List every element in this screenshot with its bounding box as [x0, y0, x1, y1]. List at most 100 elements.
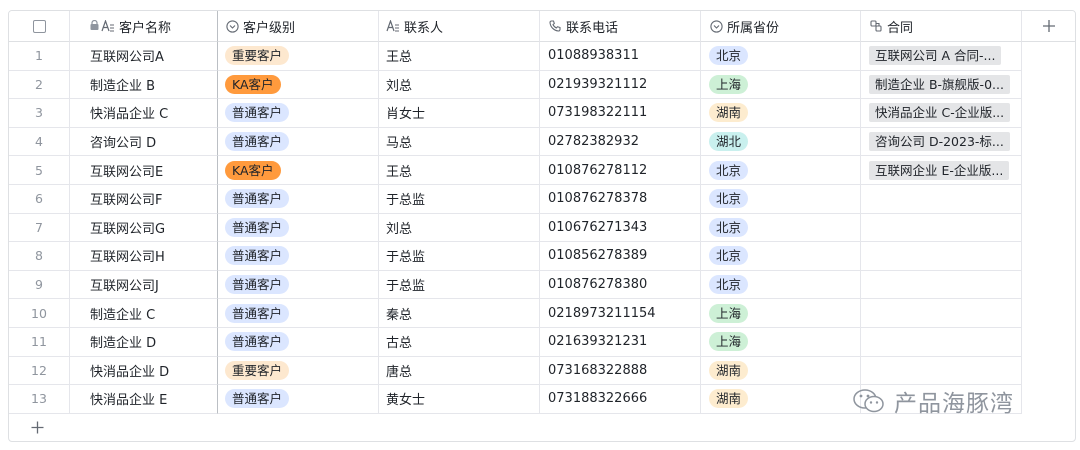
cell-province[interactable]: 北京 [701, 242, 861, 271]
add-column-button[interactable] [1022, 11, 1075, 42]
cell-phone[interactable]: 073198322111 [540, 99, 701, 128]
cell-phone[interactable]: 02782382932 [540, 127, 701, 157]
row-index[interactable]: 6 [9, 185, 70, 214]
cell-province[interactable]: 上海 [701, 299, 861, 328]
cell-phone[interactable]: 021639321231 [540, 328, 701, 357]
cell-contact[interactable]: 马总 [379, 127, 540, 157]
cell-phone[interactable]: 010876278112 [540, 156, 701, 185]
cell-contact[interactable]: 刘总 [379, 213, 540, 243]
cell-customer-level[interactable]: 普通客户 [218, 242, 379, 271]
cell-customer-level[interactable]: 普通客户 [218, 185, 379, 214]
cell-contract[interactable]: 互联网企业 E-企业版... [861, 156, 1022, 185]
cell-phone[interactable]: 010676271343 [540, 213, 701, 243]
table-row[interactable]: 3 快消品企业 C 普通客户 肖女士 073198322111 湖南 快消品企业 C-企业版… [9, 99, 1022, 128]
cell-phone[interactable]: 010876278378 [540, 185, 701, 214]
cell-customer-name[interactable]: 快消品企业 C [70, 99, 218, 128]
row-index[interactable]: 10 [9, 299, 70, 328]
table-row[interactable]: 2 制造企业 B KA客户 刘总 021939321112 上海 制造企业 B-旗舰版-0.… [9, 70, 1022, 100]
cell-customer-name[interactable]: 互联网公司F [70, 185, 218, 214]
contract-chip[interactable]: 互联网公司 A 合同-... [869, 46, 1002, 66]
cell-contact[interactable]: 唐总 [379, 356, 540, 386]
row-index[interactable]: 3 [9, 99, 70, 128]
cell-customer-level[interactable]: 普通客户 [218, 270, 379, 300]
cell-contract[interactable] [861, 299, 1022, 328]
cell-phone[interactable]: 0218973211154 [540, 299, 701, 328]
cell-customer-level[interactable]: KA客户 [218, 70, 379, 100]
column-header-level[interactable]: 客户级别 [218, 11, 379, 42]
cell-province[interactable]: 上海 [701, 70, 861, 100]
cell-contact[interactable]: 秦总 [379, 299, 540, 328]
cell-province[interactable]: 北京 [701, 156, 861, 185]
cell-customer-name[interactable]: 互联网公司E [70, 156, 218, 185]
cell-contract[interactable]: 咨询公司 D-2023-标... [861, 127, 1022, 157]
cell-contract[interactable] [861, 270, 1022, 300]
cell-contact[interactable]: 王总 [379, 156, 540, 185]
row-index[interactable]: 12 [9, 356, 70, 386]
cell-customer-level[interactable]: 重要客户 [218, 42, 379, 71]
cell-customer-level[interactable]: KA客户 [218, 156, 379, 185]
row-index[interactable]: 9 [9, 270, 70, 300]
cell-customer-name[interactable]: 互联网公司A [70, 42, 218, 71]
table-row[interactable]: 10 制造企业 C 普通客户 秦总 0218973211154 上海 [9, 299, 1022, 328]
cell-customer-name[interactable]: 快消品企业 D [70, 356, 218, 386]
cell-contract[interactable]: 互联网公司 A 合同-... [861, 42, 1022, 71]
table-row[interactable]: 4 咨询公司 D 普通客户 马总 02782382932 湖北 咨询公司 D-2023-标.… [9, 127, 1022, 157]
column-header-contact[interactable]: 联系人 [379, 11, 540, 42]
table-row[interactable]: 6 互联网公司F 普通客户 于总监 010876278378 北京 [9, 185, 1022, 214]
cell-customer-level[interactable]: 普通客户 [218, 328, 379, 357]
cell-province[interactable]: 北京 [701, 185, 861, 214]
cell-contact[interactable]: 古总 [379, 328, 540, 357]
cell-contact[interactable]: 于总监 [379, 185, 540, 214]
contract-chip[interactable]: 制造企业 B-旗舰版-0... [869, 74, 1010, 94]
column-header-phone[interactable]: 联系电话 [540, 11, 701, 42]
cell-province[interactable]: 北京 [701, 213, 861, 243]
cell-phone[interactable]: 010876278380 [540, 270, 701, 300]
cell-customer-name[interactable]: 互联网公司G [70, 213, 218, 243]
row-index[interactable]: 1 [9, 42, 70, 71]
cell-contact[interactable]: 黄女士 [379, 385, 540, 414]
select-all-cell[interactable] [9, 11, 70, 42]
cell-contract[interactable] [861, 356, 1022, 386]
cell-province[interactable]: 湖南 [701, 99, 861, 128]
column-header-contract[interactable]: 合同 [861, 11, 1022, 42]
contract-chip[interactable]: 互联网企业 E-企业版... [869, 160, 1010, 180]
cell-contact[interactable]: 刘总 [379, 70, 540, 100]
cell-customer-level[interactable]: 重要客户 [218, 356, 379, 386]
cell-province[interactable]: 湖南 [701, 385, 861, 414]
cell-customer-name[interactable]: 互联网公司H [70, 242, 218, 271]
cell-customer-level[interactable]: 普通客户 [218, 127, 379, 157]
cell-province[interactable]: 北京 [701, 42, 861, 71]
cell-customer-name[interactable]: 快消品企业 E [70, 385, 218, 414]
row-index[interactable]: 13 [9, 385, 70, 414]
contract-chip[interactable]: 快消品企业 C-企业版... [869, 103, 1011, 123]
cell-contract[interactable] [861, 185, 1022, 214]
cell-customer-level[interactable]: 普通客户 [218, 213, 379, 243]
cell-customer-name[interactable]: 制造企业 C [70, 299, 218, 328]
cell-phone[interactable]: 073168322888 [540, 356, 701, 386]
cell-province[interactable]: 北京 [701, 270, 861, 300]
table-row[interactable]: 8 互联网公司H 普通客户 于总监 010856278389 北京 [9, 242, 1022, 271]
table-row[interactable]: 12 快消品企业 D 重要客户 唐总 073168322888 湖南 [9, 356, 1022, 386]
cell-contract[interactable] [861, 213, 1022, 243]
cell-customer-name[interactable]: 咨询公司 D [70, 127, 218, 157]
table-row[interactable]: 9 互联网公司J 普通客户 于总监 010876278380 北京 [9, 270, 1022, 300]
cell-contact[interactable]: 肖女士 [379, 99, 540, 128]
select-all-checkbox[interactable] [32, 19, 46, 33]
cell-contact[interactable]: 于总监 [379, 242, 540, 271]
cell-contract[interactable] [861, 242, 1022, 271]
column-header-province[interactable]: 所属省份 [701, 11, 861, 42]
table-row[interactable]: 5 互联网公司E KA客户 王总 010876278112 北京 互联网企业 E-企业版..… [9, 156, 1022, 185]
cell-province[interactable]: 湖南 [701, 356, 861, 386]
cell-contact[interactable]: 于总监 [379, 270, 540, 300]
column-header-name[interactable]: 客户名称 [70, 11, 218, 42]
table-row[interactable]: 11 制造企业 D 普通客户 古总 021639321231 上海 [9, 328, 1022, 357]
cell-province[interactable]: 上海 [701, 328, 861, 357]
table-row[interactable]: 1 互联网公司A 重要客户 王总 01088938311 北京 互联网公司 A 合同-... [9, 42, 1022, 71]
row-index[interactable]: 4 [9, 127, 70, 157]
table-row[interactable]: 7 互联网公司G 普通客户 刘总 010676271343 北京 [9, 213, 1022, 243]
cell-province[interactable]: 湖北 [701, 127, 861, 157]
cell-phone[interactable]: 021939321112 [540, 70, 701, 100]
cell-customer-level[interactable]: 普通客户 [218, 385, 379, 414]
row-index[interactable]: 8 [9, 242, 70, 271]
contract-chip[interactable]: 咨询公司 D-2023-标... [869, 132, 1010, 152]
